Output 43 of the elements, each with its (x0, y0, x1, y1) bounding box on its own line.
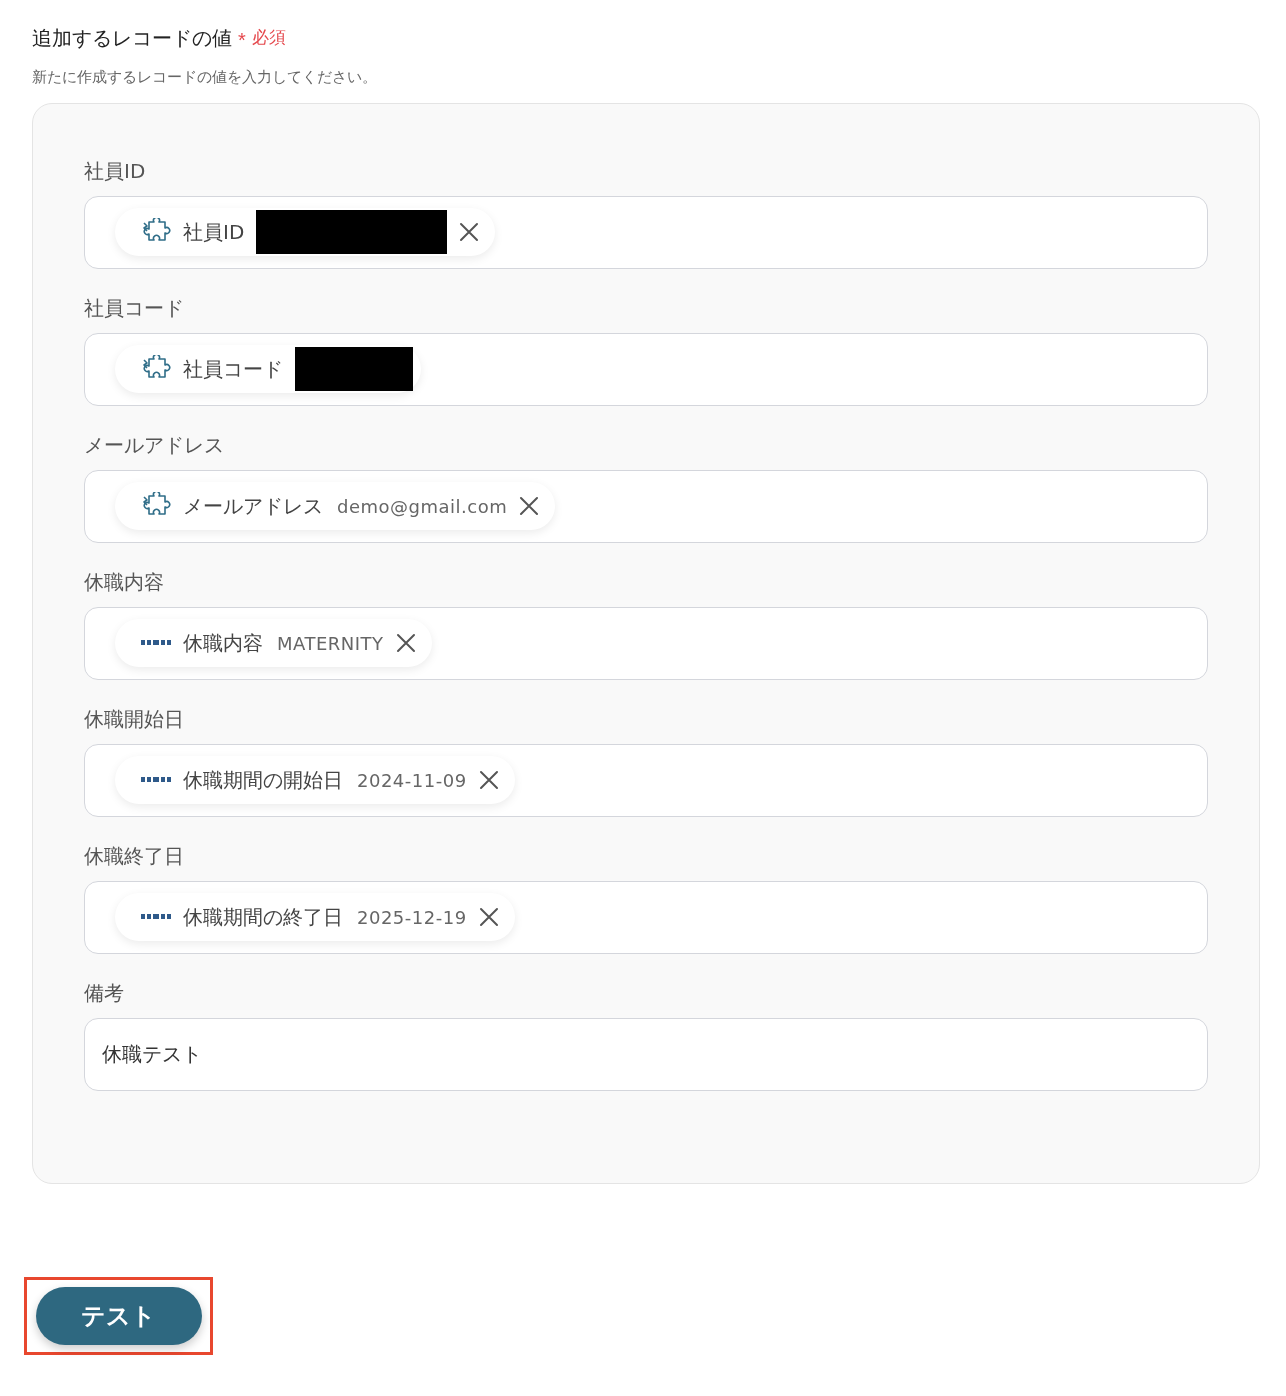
chip-label: 社員コード (183, 356, 283, 383)
variable-chip[interactable]: 社員コード (115, 345, 421, 393)
variable-chip[interactable]: 休職内容 MATERNITY (115, 619, 432, 667)
input-field[interactable]: 休職内容 MATERNITY (84, 606, 1208, 680)
section-title: 追加するレコードの値 (32, 25, 232, 52)
chip-label: 休職内容 (183, 630, 263, 657)
input-field[interactable]: 休職期間の開始日 2024-11-09 (84, 743, 1208, 817)
variable-chip[interactable]: 休職期間の開始日 2024-11-09 (115, 756, 515, 804)
chip-label: 休職期間の開始日 (183, 767, 343, 794)
input-field[interactable]: 休職テスト (84, 1017, 1208, 1091)
field-label: 社員コード (84, 294, 185, 322)
app-logo-icon (141, 914, 171, 920)
variable-chip[interactable]: 社員ID (115, 208, 496, 256)
close-icon[interactable] (459, 222, 480, 242)
close-icon[interactable] (395, 633, 416, 653)
test-button[interactable]: テスト (35, 1286, 202, 1345)
required-label: 必須 (251, 26, 286, 50)
input-field[interactable]: 休職期間の終了日 2025-12-19 (84, 880, 1208, 954)
chip-value: 2024-11-09 (357, 768, 467, 793)
field-label: 休職開始日 (84, 705, 185, 733)
field-label: 備考 (84, 979, 125, 1007)
section-description: 新たに作成するレコードの値を入力してください。 (32, 67, 378, 88)
chip-value: MATERNITY (277, 631, 384, 656)
chip-label: 社員ID (183, 219, 245, 246)
app-logo-icon (141, 777, 171, 783)
chip-value: demo@gmail.com (337, 494, 508, 519)
field-label: 社員ID (84, 157, 147, 185)
chip-label: 休職期間の終了日 (183, 904, 343, 931)
variable-chip[interactable]: メールアドレス demo@gmail.com (115, 482, 556, 530)
close-icon[interactable] (478, 907, 499, 927)
close-icon[interactable] (519, 496, 540, 516)
chip-label: メールアドレス (183, 493, 323, 520)
close-icon[interactable] (478, 770, 499, 790)
chip-value: 2025-12-19 (357, 905, 467, 930)
input-field[interactable]: 社員ID (84, 195, 1208, 269)
input-field[interactable]: メールアドレス demo@gmail.com (84, 469, 1208, 543)
field-label: メールアドレス (84, 431, 225, 459)
app-logo-icon (141, 640, 171, 646)
input-field[interactable]: 社員コード (84, 332, 1208, 406)
required-asterisk: * (238, 28, 246, 53)
field-label: 休職内容 (84, 568, 165, 596)
variable-chip[interactable]: 休職期間の終了日 2025-12-19 (115, 893, 515, 941)
field-label: 休職終了日 (84, 842, 185, 870)
